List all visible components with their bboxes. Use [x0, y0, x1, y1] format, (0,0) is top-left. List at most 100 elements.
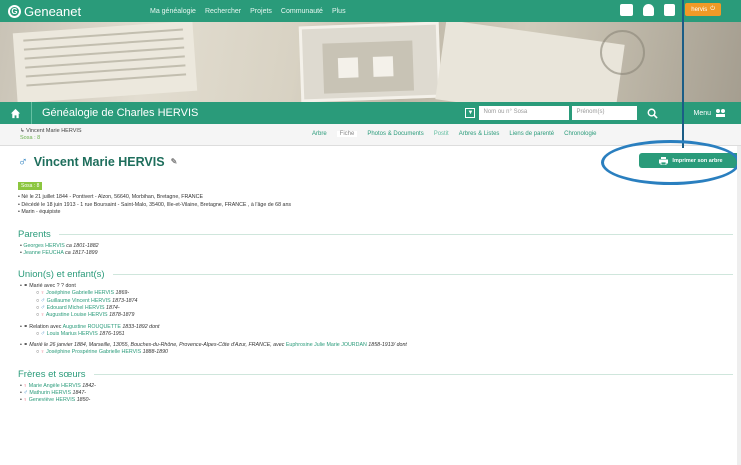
parent-dates: ca 1817-1899 [65, 249, 98, 256]
annotation-pointer-line [682, 0, 684, 148]
power-icon: ⏻ [710, 6, 715, 12]
firstname-search-input[interactable]: Prénom(s) [572, 106, 638, 120]
tab-liens-parente[interactable]: Liens de parenté [509, 131, 554, 137]
banner-handwritten-paper [12, 22, 198, 102]
tabs: Arbre Fiche Photos & Documents Postit Ar… [312, 131, 596, 137]
parent-link[interactable]: Georges HERVIS [23, 243, 64, 249]
dropdown-toggle-icon[interactable]: ▼ [465, 108, 476, 118]
ring-icon: ⚭ [23, 342, 28, 349]
child-dates: 1876-1951 [99, 330, 125, 337]
male-symbol-icon: ♂ [40, 297, 46, 304]
child-link[interactable]: Joséphine Prospérine Gabrielle HERVIS [46, 349, 141, 355]
breadcrumb: ↳ Vincent Marie HERVIS Sosa : 8 [20, 128, 82, 142]
header-banner-image [0, 22, 741, 102]
union-suffix: 1833-1892 dont [122, 323, 160, 330]
sibling-dates: 1842- [82, 382, 96, 389]
section-divider [58, 233, 733, 235]
siblings-heading: Frères et sœurs [18, 368, 86, 380]
top-icons: hervis ⏻ [620, 3, 721, 16]
tab-photos-documents[interactable]: Photos & Documents [367, 131, 423, 137]
parents-section-header: Parents [18, 229, 733, 240]
female-symbol-icon: ♀ [40, 349, 45, 356]
top-navigation-bar: G Geneanet Ma généalogie Rechercher Proj… [0, 0, 741, 22]
user-icon[interactable] [664, 3, 676, 16]
edit-pencil-icon[interactable]: ✎ [171, 157, 178, 166]
child-dates: 1874- [106, 304, 120, 311]
union-suffix: 1858-1913/ dont [368, 342, 407, 349]
parents-heading: Parents [18, 228, 51, 240]
user-account-button[interactable]: hervis ⏻ [685, 3, 721, 16]
banner-postmark [600, 30, 645, 75]
tab-arbre[interactable]: Arbre [312, 131, 327, 137]
child-item: ○ ♀ Augustine Louise HERVIS 1878-1879 [36, 312, 135, 319]
scrollbar[interactable] [737, 146, 741, 465]
male-symbol-icon: ♂ [23, 390, 28, 397]
child-link[interactable]: Guillaume Vincent HERVIS [47, 298, 111, 304]
union-item: • ⚭ Marié le 26 janvier 1884, Marseille,… [20, 342, 407, 349]
messages-icon[interactable] [620, 3, 634, 16]
union-prefix: Relation avec [29, 323, 62, 330]
fact-birth: • Né le 21 juillet 1844 - Pontivert - Al… [18, 194, 203, 200]
union-item: • ⚭ Relation avec Augustine ROUQUETTE 18… [20, 323, 160, 330]
tab-chronologie[interactable]: Chronologie [564, 131, 596, 137]
child-item: ○ ♂ Guillaume Vincent HERVIS 1873-1874 [36, 297, 138, 304]
banner-envelope [435, 22, 625, 102]
list-item: • ♂ Mathurin HERVIS 1847- [20, 390, 87, 397]
tab-arbres-listes[interactable]: Arbres & Listes [459, 131, 500, 137]
geneanet-logo[interactable]: G Geneanet [8, 4, 118, 19]
sibling-link[interactable]: Mathurin HERVIS [29, 390, 71, 396]
menu-button[interactable]: Menu [693, 108, 727, 118]
male-symbol-icon: ♂ [18, 154, 28, 169]
breadcrumb-person-name: Vincent Marie HERVIS [26, 128, 82, 134]
home-button[interactable] [0, 102, 32, 124]
ring-icon: ⚭ [23, 323, 28, 330]
female-symbol-icon: ♀ [40, 312, 45, 319]
siblings-list: • ♀ Marie Angèle HERVIS 1842- • ♂ Mathur… [18, 383, 733, 405]
search-area: ▼ Nom ou n° Sosa Prénom(s) Menu [465, 105, 741, 121]
tab-postit[interactable]: Postit [434, 131, 449, 137]
annotation-highlight-ellipse [601, 140, 740, 185]
unions-list: • ⚭ Marié avec ? ? dont ○ ♀ Joséphine Ga… [18, 283, 733, 357]
nav-projets[interactable]: Projets [250, 8, 272, 15]
child-item: ○ ♀ Joséphine Gabrielle HERVIS 1869- [36, 290, 130, 297]
fact-death-text: Décédé le 18 juin 1913 - 1 rue Boursaint… [21, 201, 292, 208]
menu-label: Menu [693, 109, 711, 117]
nav-rechercher[interactable]: Rechercher [205, 8, 241, 15]
child-link[interactable]: Joséphine Gabrielle HERVIS [46, 290, 114, 296]
fact-birth-text: Né le 21 juillet 1844 - Pontivert - Alzo… [21, 194, 203, 200]
tree-menu-icon [716, 109, 725, 117]
nav-ma-genealogie[interactable]: Ma généalogie [150, 8, 196, 15]
union-item: • ⚭ Marié avec ? ? dont [20, 283, 76, 290]
nav-communaute[interactable]: Communauté [281, 8, 323, 15]
parent-link[interactable]: Jeanne FEUCHA [23, 250, 63, 256]
sibling-link[interactable]: Marie Angèle HERVIS [29, 383, 81, 389]
fact-death: • Décédé le 18 juin 1913 - 1 rue Boursai… [18, 201, 292, 208]
child-link[interactable]: Edouard Michel HERVIS [47, 305, 105, 311]
sosa-badge: Sosa : 8 [18, 182, 43, 190]
tab-fiche[interactable]: Fiche [336, 131, 358, 137]
breadcrumb-person[interactable]: ↳ Vincent Marie HERVIS [20, 128, 82, 135]
list-item: • Jeanne FEUCHA ca 1817-1899 [20, 249, 98, 256]
sosa-search-input[interactable]: Nom ou n° Sosa [479, 106, 570, 120]
sibling-link[interactable]: Geneviève HERVIS [29, 397, 75, 403]
search-button[interactable] [645, 106, 659, 120]
female-symbol-icon: ♀ [40, 290, 45, 297]
child-link[interactable]: Louis Marius HERVIS [47, 331, 98, 337]
union-text: Marié avec ? ? dont [29, 283, 76, 290]
notifications-bell-icon[interactable] [643, 3, 655, 16]
child-dates: 1888-1890 [142, 349, 168, 356]
parents-list: • Georges HERVIS ca 1801-1882 • Jeanne F… [18, 243, 733, 258]
male-symbol-icon: ♂ [40, 304, 46, 311]
person-name: Vincent Marie HERVIS [33, 154, 165, 169]
site-title[interactable]: Généalogie de Charles HERVIS [42, 107, 198, 119]
spouse-link[interactable]: Euphrosine Julie Marie JOURDAN [286, 342, 367, 348]
child-link[interactable]: Augustine Louise HERVIS [46, 312, 108, 318]
nav-plus[interactable]: Plus [332, 8, 346, 15]
female-symbol-icon: ♀ [23, 382, 28, 389]
child-dates: 1873-1874 [112, 297, 138, 304]
ring-icon: ⚭ [23, 283, 28, 290]
user-account-label: hervis [691, 6, 708, 13]
spouse-link[interactable]: Augustine ROUQUETTE [63, 324, 121, 330]
logo-text: Geneanet [24, 3, 82, 19]
site-header-bar: Généalogie de Charles HERVIS ▼ Nom ou n°… [0, 102, 741, 124]
